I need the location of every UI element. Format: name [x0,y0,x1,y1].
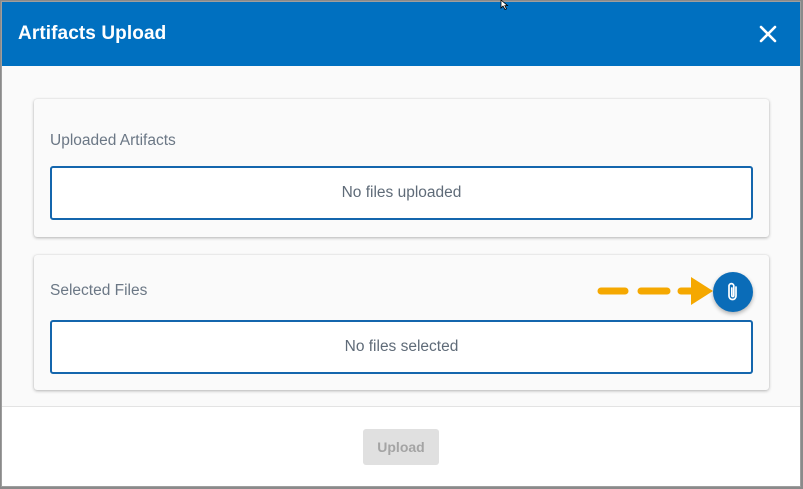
uploaded-artifacts-label: Uploaded Artifacts [50,132,176,149]
close-button[interactable] [754,20,782,48]
close-icon [759,25,777,43]
attach-files-button[interactable] [713,272,753,312]
uploaded-files-list: No files uploaded [50,166,753,220]
selected-files-label: Selected Files [50,282,148,299]
dialog-header: Artifacts Upload [2,2,800,66]
dialog-footer: Upload [2,407,800,486]
mouse-cursor-icon [500,0,509,10]
dialog-title: Artifacts Upload [18,23,167,44]
uploaded-empty-text: No files uploaded [341,184,462,201]
selected-empty-text: No files selected [344,338,459,355]
upload-button[interactable]: Upload [363,429,439,465]
selected-files-card: Selected Files No files selected [34,255,769,390]
selected-files-list: No files selected [50,320,753,374]
annotation-arrow-icon [597,277,713,305]
paperclip-icon [728,282,737,301]
dialog-body: Uploaded Artifacts No files uploaded Sel… [2,66,800,407]
artifacts-upload-dialog: Artifacts Upload Uploaded Artifacts No f… [1,1,801,487]
uploaded-artifacts-card: Uploaded Artifacts No files uploaded [34,99,769,237]
